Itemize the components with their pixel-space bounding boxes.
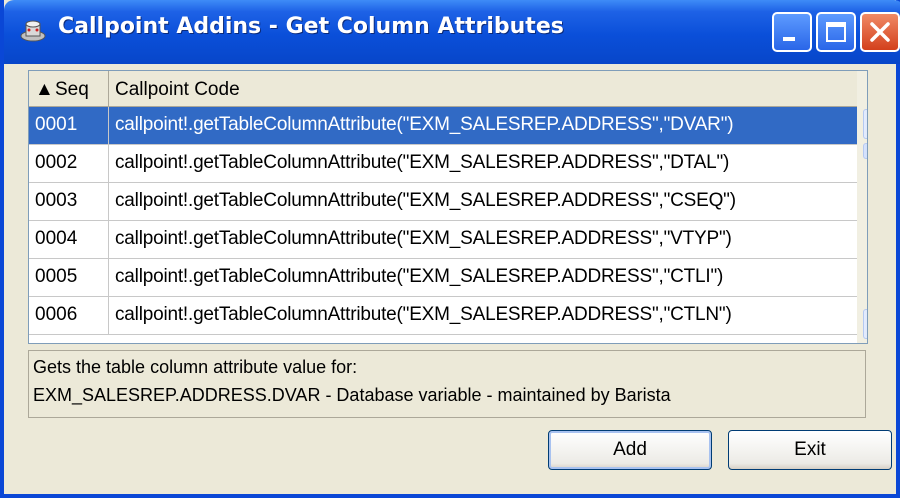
column-header-seq[interactable]: ▲ Seq: [29, 71, 109, 107]
close-button[interactable]: [860, 12, 900, 52]
scroll-up-button[interactable]: ▲: [863, 109, 867, 139]
maximize-icon: [826, 22, 846, 42]
column-header-code-label: Callpoint Code: [115, 79, 240, 100]
column-header-seq-label: Seq: [55, 79, 89, 100]
seq-cell: 0001: [29, 107, 109, 145]
callpoint-code-cell: callpoint!.getTableColumnAttribute("EXM_…: [115, 228, 732, 249]
close-icon: [870, 22, 890, 42]
vertical-scrollbar[interactable]: ▲ ▼: [857, 71, 867, 343]
seq-cell: 0002: [29, 145, 109, 183]
exit-button[interactable]: Exit: [728, 430, 892, 470]
table-row[interactable]: 0005 callpoint!.getTableColumnAttribute(…: [29, 259, 857, 297]
minimize-button[interactable]: [772, 12, 812, 52]
scroll-thumb[interactable]: [863, 143, 867, 159]
description-line-1: Gets the table column attribute value fo…: [33, 357, 358, 377]
dialog-window: Callpoint Addins - Get Column Attributes…: [0, 0, 900, 498]
add-button[interactable]: Add: [548, 430, 712, 470]
table-row[interactable]: 0006 callpoint!.getTableColumnAttribute(…: [29, 297, 857, 335]
app-icon: [20, 20, 46, 42]
window-title: Callpoint Addins - Get Column Attributes: [58, 14, 564, 39]
seq-cell: 0006: [29, 297, 109, 335]
sort-ascending-icon: ▲: [35, 79, 54, 100]
seq-cell: 0004: [29, 221, 109, 259]
title-bar[interactable]: Callpoint Addins - Get Column Attributes: [4, 0, 900, 64]
table-row[interactable]: 0002 callpoint!.getTableColumnAttribute(…: [29, 145, 857, 183]
maximize-button[interactable]: [816, 12, 856, 52]
seq-cell: 0005: [29, 259, 109, 297]
callpoint-code-cell: callpoint!.getTableColumnAttribute("EXM_…: [115, 114, 734, 135]
minimize-icon: [783, 37, 795, 41]
column-header-callpoint-code[interactable]: Callpoint Code: [109, 71, 857, 107]
callpoint-code-cell: callpoint!.getTableColumnAttribute("EXM_…: [115, 304, 732, 325]
scroll-down-button[interactable]: ▼: [863, 309, 867, 339]
description-line-2: EXM_SALESREP.ADDRESS.DVAR - Database var…: [33, 385, 671, 405]
table-row[interactable]: 0003 callpoint!.getTableColumnAttribute(…: [29, 183, 857, 221]
table-row[interactable]: 0001 callpoint!.getTableColumnAttribute(…: [29, 107, 857, 145]
callpoint-code-cell: callpoint!.getTableColumnAttribute("EXM_…: [115, 266, 724, 287]
callpoint-code-cell: callpoint!.getTableColumnAttribute("EXM_…: [115, 190, 736, 211]
callpoint-code-cell: callpoint!.getTableColumnAttribute("EXM_…: [115, 152, 730, 173]
callpoint-grid[interactable]: ▲ Seq Callpoint Code 0001 callpoint!.get…: [28, 70, 868, 344]
seq-cell: 0003: [29, 183, 109, 221]
description-panel: Gets the table column attribute value fo…: [28, 350, 866, 418]
table-row[interactable]: 0004 callpoint!.getTableColumnAttribute(…: [29, 221, 857, 259]
